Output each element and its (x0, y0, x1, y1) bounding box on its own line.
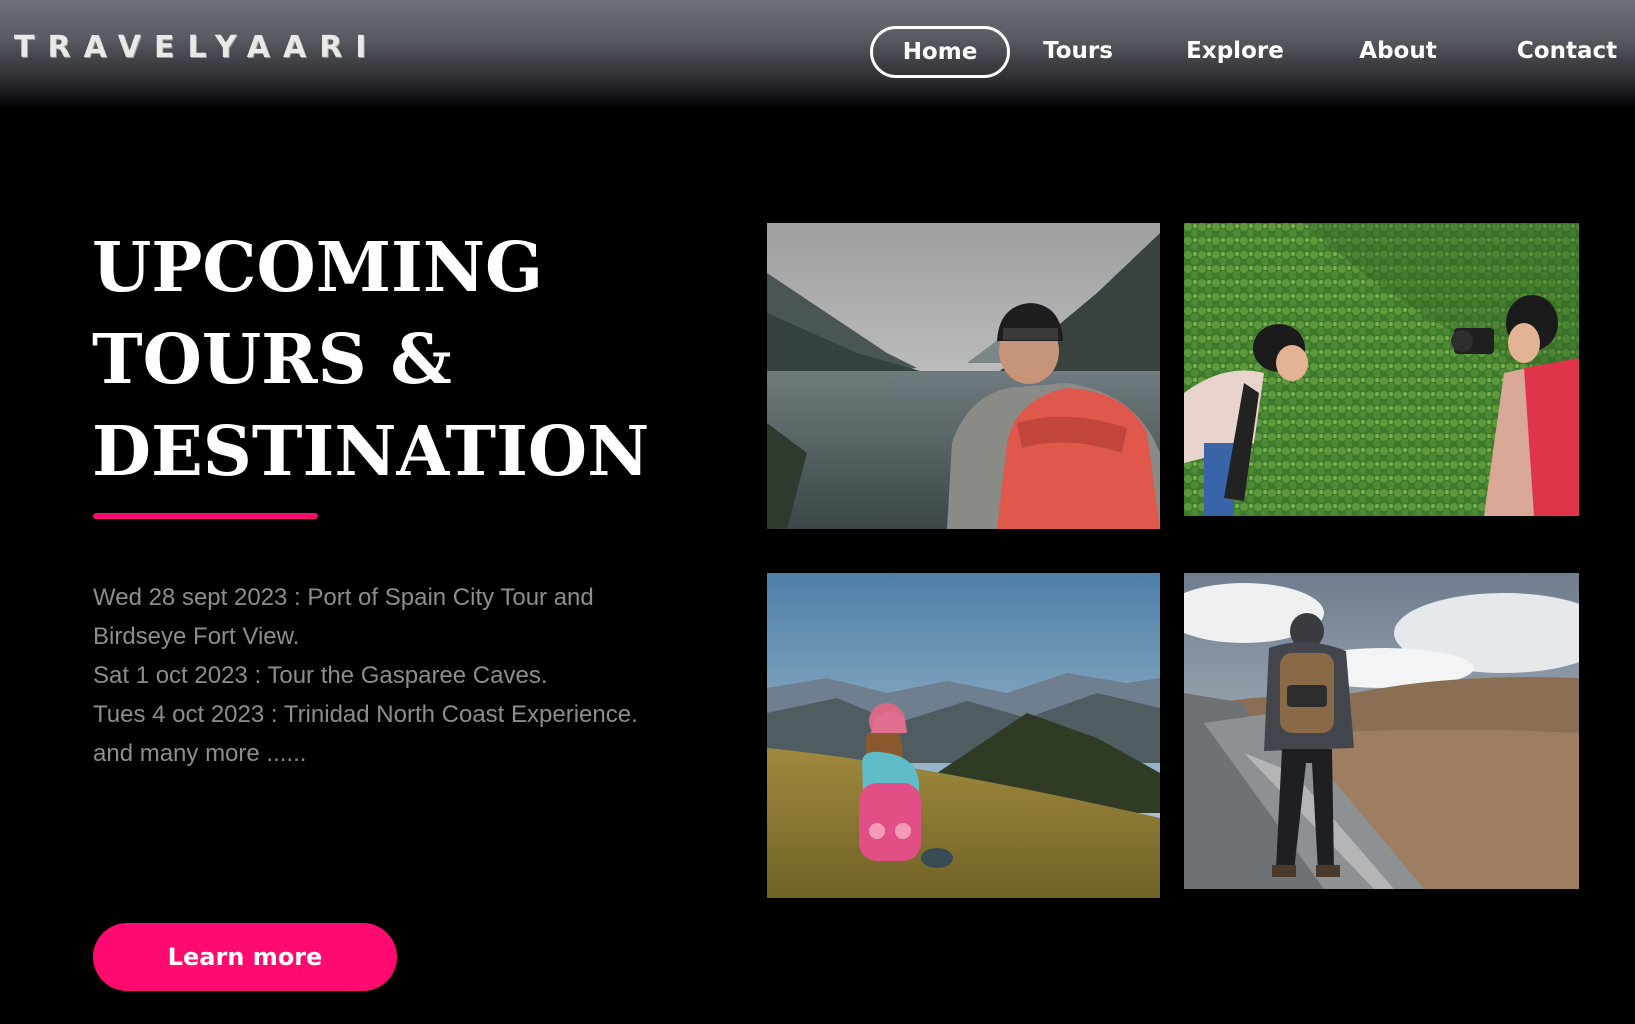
photographers-ivy-wall-photo (1184, 223, 1579, 516)
girl-mountains-photo (767, 573, 1160, 898)
hero-title: UPCOMING TOURS & DESTINATION (92, 222, 712, 498)
nav-explore[interactable]: Explore (1180, 26, 1290, 76)
tour-item: Wed 28 sept 2023 : Port of Spain City To… (93, 584, 594, 650)
tour-list: Wed 28 sept 2023 : Port of Spain City To… (93, 578, 653, 773)
tour-item: Tues 4 oct 2023 : Trinidad North Coast E… (93, 701, 638, 728)
site-header: TRAVELYAARI Home Tours Explore About Con… (0, 0, 1635, 108)
hero-title-line-2: TOURS & (92, 320, 452, 400)
nav-home[interactable]: Home (870, 26, 1010, 78)
hiker-lake-photo (767, 223, 1160, 529)
hero-title-line-3: DESTINATION (92, 412, 650, 492)
nav-about[interactable]: About (1348, 26, 1448, 76)
hero-title-line-1: UPCOMING (92, 228, 544, 308)
tour-item: and many more ...... (93, 740, 307, 767)
page: TRAVELYAARI Home Tours Explore About Con… (0, 0, 1635, 1024)
nav-tours[interactable]: Tours (1033, 26, 1123, 76)
title-underline (93, 513, 318, 519)
nav-contact[interactable]: Contact (1506, 26, 1628, 76)
site-logo[interactable]: TRAVELYAARI (14, 30, 379, 65)
hiker-stone-wall-photo (1184, 573, 1579, 889)
tour-item: Sat 1 oct 2023 : Tour the Gasparee Caves… (93, 662, 548, 689)
learn-more-button[interactable]: Learn more (93, 923, 397, 991)
